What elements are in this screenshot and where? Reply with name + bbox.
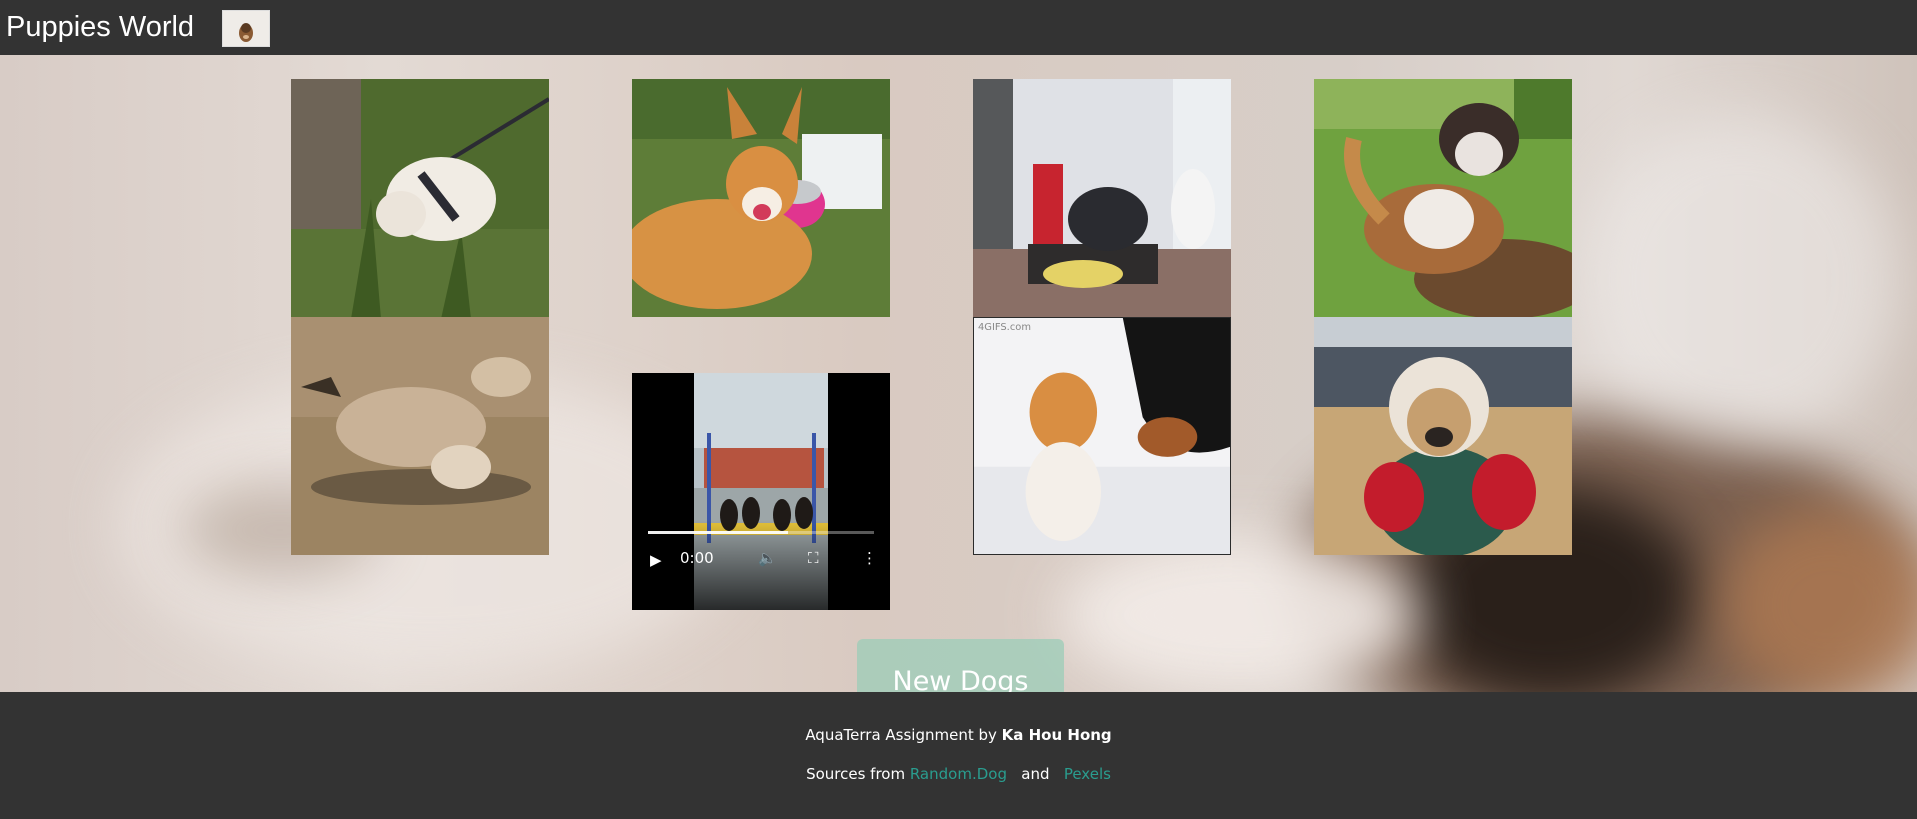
- site-title[interactable]: Puppies World: [6, 9, 194, 45]
- dog-image-8[interactable]: [1314, 317, 1572, 555]
- background-blanket: [1060, 535, 1420, 692]
- dog-video-player[interactable]: ▶ 0:00 🔈 ⛶ ⋮: [632, 373, 890, 610]
- gif-watermark: 4GIFS.com: [978, 322, 1031, 333]
- top-navbar: Puppies World: [0, 0, 1917, 55]
- more-options-icon[interactable]: ⋮: [862, 549, 877, 567]
- new-dogs-button[interactable]: New Dogs: [857, 639, 1064, 692]
- footer-credit: AquaTerra Assignment by Ka Hou Hong: [0, 726, 1917, 744]
- gallery-section: ▶ 0:00 🔈 ⛶ ⋮ 4GIFS.com New Dogs: [0, 55, 1917, 692]
- fullscreen-icon[interactable]: ⛶: [808, 549, 819, 567]
- dog-image-1[interactable]: [291, 79, 549, 317]
- author-name: Ka Hou Hong: [1001, 726, 1112, 744]
- footer-sources: Sources from Random.Dog and Pexels: [0, 765, 1917, 783]
- dog-image-7[interactable]: 4GIFS.com: [973, 317, 1231, 555]
- mute-icon[interactable]: 🔈: [758, 549, 777, 567]
- dog-image-5[interactable]: [291, 317, 549, 555]
- dog-image-2[interactable]: [632, 79, 890, 317]
- video-time: 0:00: [680, 549, 714, 567]
- footer-credit-prefix: AquaTerra Assignment by: [805, 726, 1002, 744]
- video-progress-fill: [648, 531, 789, 534]
- video-progress-bar[interactable]: [648, 531, 874, 534]
- play-icon[interactable]: ▶: [650, 551, 662, 569]
- random-dog-link[interactable]: Random.Dog: [910, 765, 1007, 783]
- footer-sources-prefix: Sources from: [806, 765, 910, 783]
- footer: AquaTerra Assignment by Ka Hou Hong Sour…: [0, 692, 1917, 819]
- footer-and: and: [1021, 765, 1050, 783]
- dog-logo-icon[interactable]: [222, 10, 270, 47]
- pexels-link[interactable]: Pexels: [1064, 765, 1111, 783]
- dog-image-3[interactable]: [973, 79, 1231, 317]
- background-window-light: [1580, 115, 1900, 445]
- dog-image-4[interactable]: [1314, 79, 1572, 317]
